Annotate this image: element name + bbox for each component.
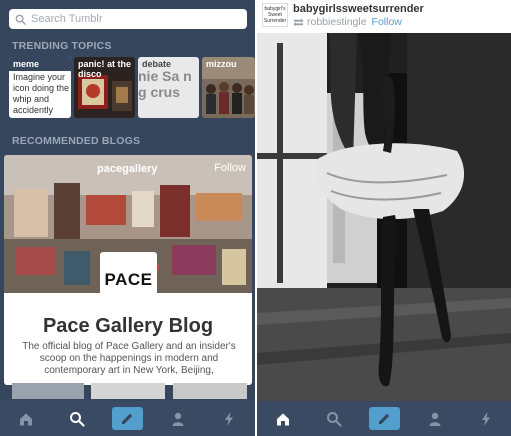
tab-account[interactable] (419, 406, 451, 432)
tab-search[interactable] (61, 406, 93, 432)
compose-icon (379, 413, 390, 424)
recommended-blog-card[interactable]: pacegallery Follow PACE Pace Gallery Blo… (4, 155, 252, 385)
bottom-tab-bar (257, 401, 511, 436)
follow-button[interactable]: Follow (372, 16, 402, 28)
trending-tag: panic! at the disco (78, 59, 132, 79)
avatar-text: babygirl's Sweet Surrender (263, 6, 287, 24)
tab-activity[interactable] (470, 406, 502, 432)
compose-icon (122, 413, 133, 424)
account-icon (429, 412, 440, 426)
tab-compose[interactable] (368, 407, 400, 430)
trending-card-text: Imagine your icon doing the whip and acc… (13, 72, 70, 115)
blog-name[interactable]: pacegallery (97, 163, 158, 175)
trending-card-meme[interactable]: meme Imagine your icon doing the whip an… (9, 57, 71, 118)
dashboard-screen: babygirl's Sweet Surrender babygirlsswee… (257, 0, 511, 436)
post-photo[interactable] (257, 33, 511, 401)
bottom-tab-bar (0, 401, 255, 436)
trending-card-panic-at-the-disco[interactable]: panic! at the disco (74, 57, 135, 118)
tab-activity[interactable] (213, 406, 245, 432)
blog-title: Pace Gallery Blog (42, 315, 214, 337)
blog-avatar-logo[interactable]: PACE (100, 252, 157, 307)
trending-card-mizzou[interactable]: mizzou (202, 57, 255, 118)
search-icon (15, 14, 26, 25)
reblog-icon (293, 17, 304, 27)
trending-card-debate[interactable]: nie Sa ng crus debate (138, 57, 199, 118)
blog-avatar[interactable]: babygirl's Sweet Surrender (262, 3, 288, 27)
trending-card-overlay-text: nie Sa ng crus (138, 68, 192, 100)
search-placeholder: Search Tumblr (31, 13, 103, 25)
trending-tag: meme (9, 57, 71, 71)
blog-description: The official blog of Pace Gallery and an… (22, 341, 236, 376)
trending-tag: mizzou (206, 59, 237, 69)
explore-screen: Search Tumblr TRENDING TOPICS meme Imagi… (0, 0, 255, 436)
home-icon (19, 413, 32, 425)
tab-account[interactable] (162, 406, 194, 432)
account-icon (172, 412, 184, 426)
recommended-blogs-heading: RECOMMENDED BLOGS (12, 135, 141, 147)
follow-button[interactable]: Follow (214, 162, 246, 174)
post-header: babygirl's Sweet Surrender babygirlsswee… (257, 0, 511, 30)
reblogged-from-name[interactable]: robbiestingle (307, 16, 367, 28)
blog-post-thumbnail[interactable] (12, 383, 84, 399)
activity-icon (225, 411, 234, 426)
reblog-attribution: robbiestingle Follow (293, 16, 402, 28)
trending-tag: debate (142, 59, 172, 69)
post-photo-image (257, 33, 511, 401)
post-blog-name[interactable]: babygirlssweetsurrender (293, 3, 424, 15)
home-icon (276, 413, 289, 425)
trending-topics-heading: TRENDING TOPICS (12, 40, 112, 52)
blog-post-thumbnail[interactable] (173, 383, 247, 399)
tab-search[interactable] (318, 406, 350, 432)
search-bar[interactable]: Search Tumblr (9, 9, 247, 29)
activity-icon (481, 411, 490, 426)
tab-home[interactable] (10, 406, 42, 432)
tab-home[interactable] (267, 406, 299, 432)
tab-compose[interactable] (111, 407, 143, 430)
search-icon (69, 411, 85, 427)
blog-post-thumbnail[interactable] (91, 383, 165, 399)
search-icon (326, 411, 342, 427)
